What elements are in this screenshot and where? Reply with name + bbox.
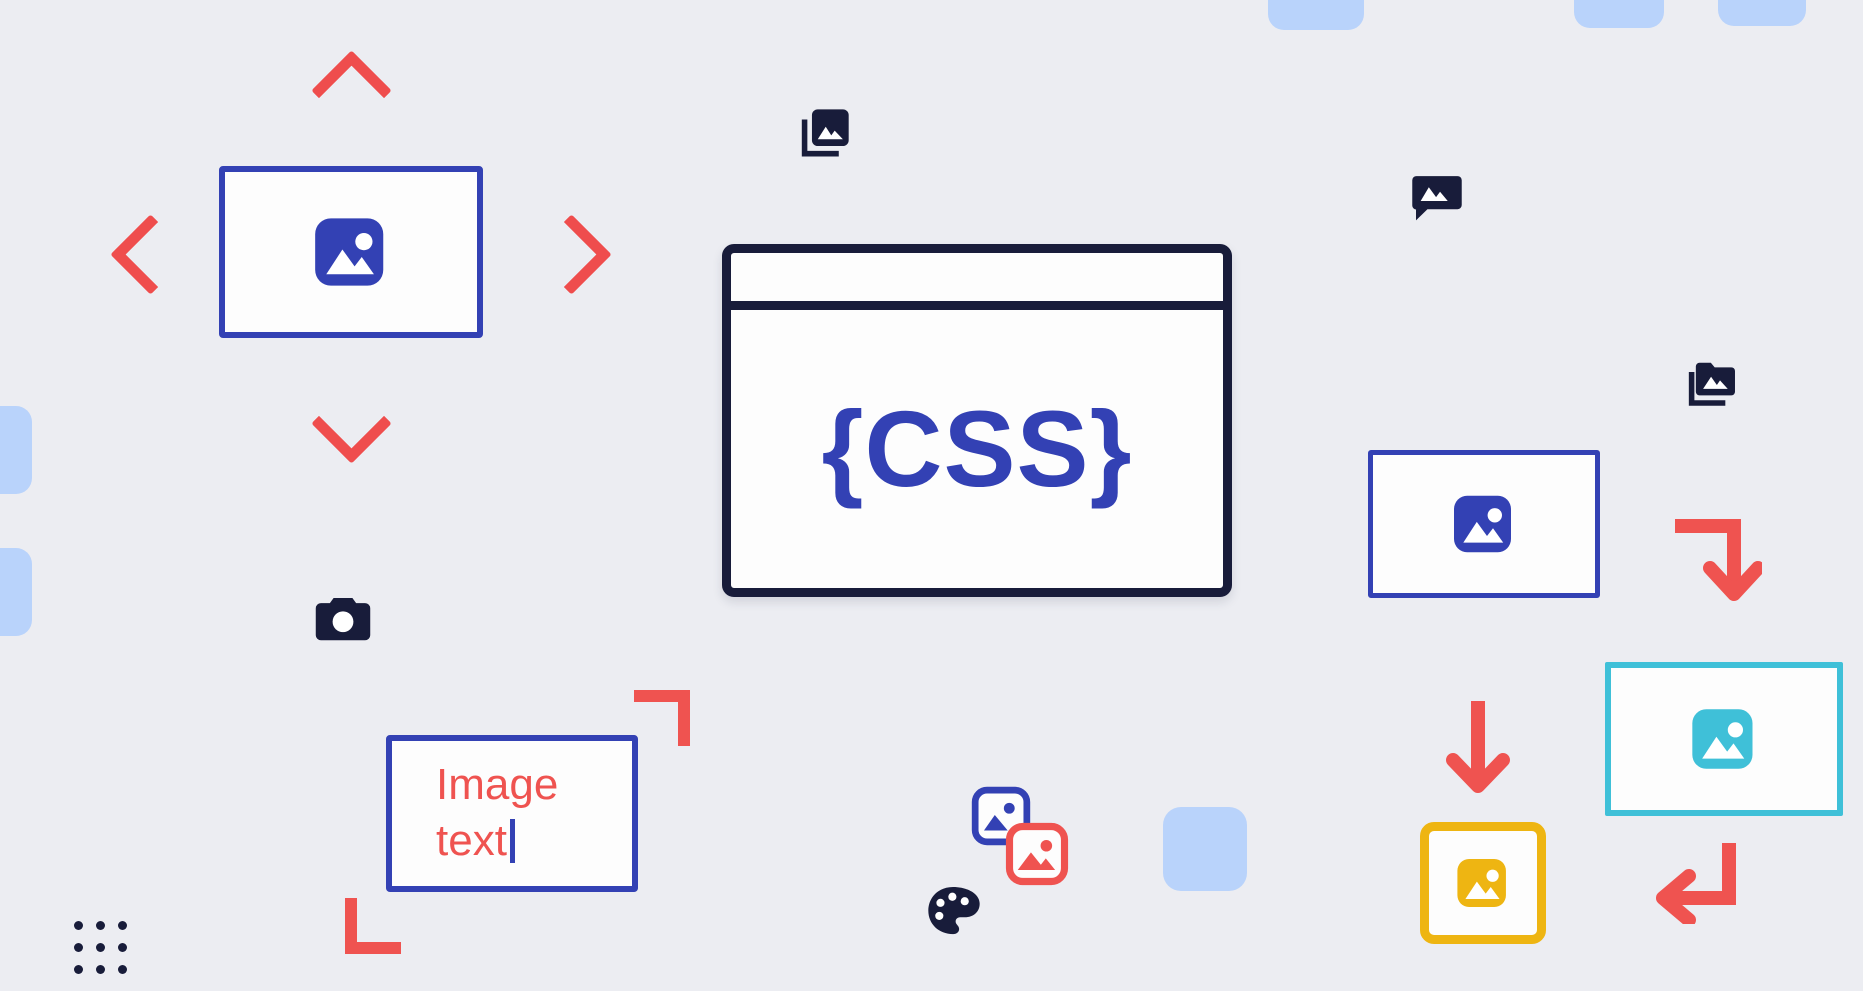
grid-dot [96,965,105,974]
arrow-return-left-icon[interactable] [1653,842,1741,924]
grid-dot [74,921,83,930]
chevron-up-icon[interactable] [311,50,392,131]
image-icon [1451,851,1515,915]
image-text-value: Image text [436,760,559,866]
text-caret [509,819,515,864]
apps-grid-icon[interactable] [74,921,127,974]
camera-icon[interactable] [313,594,373,646]
image-frame-yellow[interactable] [1420,822,1546,944]
blob-left-lower [0,548,32,636]
image-icon [1448,488,1520,560]
color-palette-icon[interactable] [926,884,982,938]
arrow-turn-down-icon[interactable] [1674,512,1762,608]
image-thumb-red[interactable] [1004,821,1070,887]
grid-dot [118,921,127,930]
chevron-left-icon[interactable] [110,214,191,295]
grid-dot [96,943,105,952]
blob-center [1163,807,1247,891]
blob-top-2 [1574,0,1664,28]
grid-dot [118,943,127,952]
grid-dot [118,965,127,974]
illustration-canvas: {CSS} Image text [0,0,1863,991]
css-code-window[interactable]: {CSS} [722,244,1232,597]
css-code-text: {CSS} [821,388,1133,509]
image-icon [1686,701,1762,777]
blob-top-1 [1268,0,1364,30]
image-icon [308,209,394,295]
photo-library-icon[interactable] [796,104,854,162]
window-body: {CSS} [731,310,1223,588]
window-titlebar[interactable] [731,253,1223,310]
blob-top-3 [1718,0,1806,26]
image-text-box[interactable]: Image text [386,735,638,892]
photo-album-icon[interactable] [1684,358,1742,412]
crop-mark-bottom-left [345,898,401,954]
chevron-down-icon[interactable] [311,383,392,464]
grid-dot [96,921,105,930]
grid-dot [74,943,83,952]
grid-dot [74,965,83,974]
arrow-down-icon[interactable] [1443,700,1513,796]
blob-left-upper [0,406,32,494]
crop-mark-top-right [634,690,690,746]
chevron-right-icon[interactable] [531,214,612,295]
image-frame-blue-right[interactable] [1368,450,1600,598]
image-comment-icon[interactable] [1409,172,1465,224]
image-frame-cyan[interactable] [1605,662,1843,816]
image-frame-blue-top-left[interactable] [219,166,483,338]
